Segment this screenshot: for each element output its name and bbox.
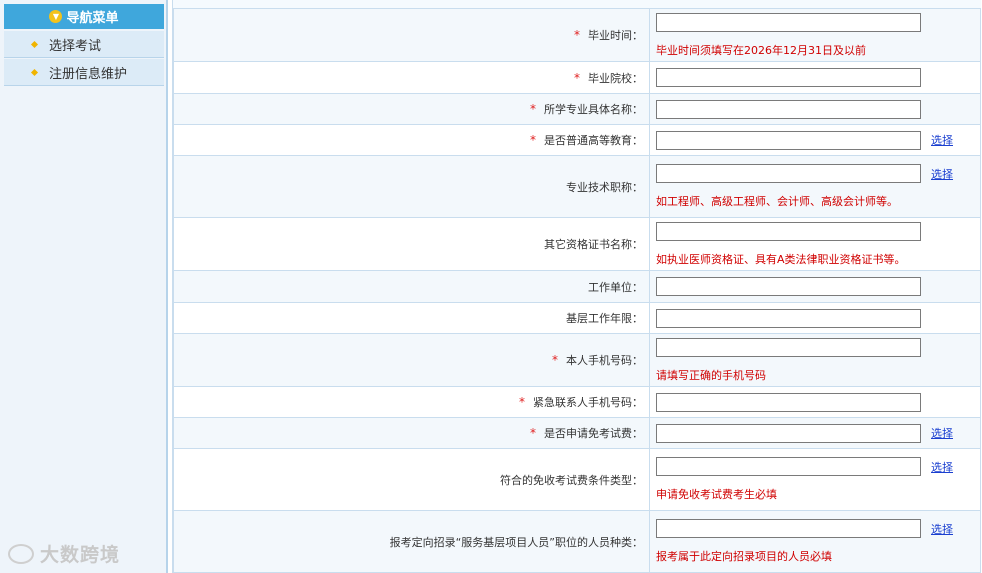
field-label-cell: 符合的免收考试费条件类型： [173, 448, 650, 511]
bullet-icon [30, 68, 39, 76]
watermark: 大数跨境 [8, 540, 120, 567]
field-label: 是否申请免考试费： [544, 427, 643, 440]
field-label: 所学专业具体名称： [544, 103, 643, 116]
grassroots-years-input[interactable] [656, 308, 921, 328]
form-row-grassroots-years: 基层工作年限： [173, 302, 981, 334]
emergency-contact-phone-input[interactable] [656, 392, 921, 412]
field-input-cell: 如执业医师资格证、具有A类法律职业资格证书等。 [649, 217, 981, 271]
form-row-regular-higher-education: * 是否普通高等教育： 选择 [173, 124, 981, 156]
regular-higher-education-input[interactable] [656, 130, 921, 150]
field-label: 毕业时间： [588, 29, 643, 42]
major-name-input[interactable] [656, 99, 921, 119]
field-label-cell: 报考定向招录“服务基层项目人员”职位的人员种类： [173, 510, 650, 573]
required-asterisk: * [574, 70, 580, 85]
form-row-fee-exemption-type: 符合的免收考试费条件类型： 选择申请免收考试费考生必填 [173, 448, 981, 511]
fee-exemption-type-input[interactable] [656, 457, 921, 476]
graduation-time-input[interactable] [656, 12, 921, 32]
field-label-cell: * 是否申请免考试费： [173, 417, 650, 449]
field-input-cell: 选择如工程师、高级工程师、会计师、高级会计师等。 [649, 155, 981, 218]
grassroots-project-category-select-link[interactable]: 选择 [931, 521, 953, 537]
form-row-graduation-school: * 毕业院校： [173, 61, 981, 94]
bullet-icon [30, 40, 39, 48]
grassroots-project-category-input[interactable] [656, 519, 921, 538]
form-row-fee-exemption: * 是否申请免考试费： 选择 [173, 417, 981, 449]
watermark-logo-icon [8, 543, 34, 564]
other-certificates-hint: 如执业医师资格证、具有A类法律职业资格证书等。 [656, 252, 906, 266]
form-row-grassroots-project-category: 报考定向招录“服务基层项目人员”职位的人员种类： 选择报考属于此定向招录项目的人员… [173, 510, 981, 573]
form-area: * 毕业时间： 毕业时间须填写在2026年12月31日及以前 * 毕业院校： * 所学专业具… [172, 0, 981, 573]
fee-exemption-input[interactable] [656, 423, 921, 443]
required-asterisk: * [530, 133, 536, 147]
professional-title-hint: 如工程师、高级工程师、会计师、高级会计师等。 [656, 195, 898, 208]
sidebar: ▼ 导航菜单 选择考试 注册信息维护 大数跨境 [0, 0, 168, 573]
field-label: 工作单位： [588, 280, 643, 294]
required-asterisk: * [530, 102, 536, 116]
registration-form-table: * 毕业时间： 毕业时间须填写在2026年12月31日及以前 * 毕业院校： * 所学专业具… [173, 8, 981, 573]
field-input-cell: 选择 [649, 417, 981, 449]
field-input-cell: 选择申请免收考试费考生必填 [649, 448, 981, 511]
sidebar-item-registration-info[interactable]: 注册信息维护 [4, 59, 164, 86]
field-label: 专业技术职称： [566, 180, 643, 194]
form-row-emergency-contact-phone: * 紧急联系人手机号码： [173, 386, 981, 418]
form-row-major-name: * 所学专业具体名称： [173, 93, 981, 125]
field-input-cell [649, 61, 981, 94]
required-asterisk: * [574, 28, 580, 42]
sidebar-item-label: 选择考试 [49, 38, 102, 54]
sidebar-item-label: 注册信息维护 [49, 66, 128, 82]
field-input-cell: 毕业时间须填写在2026年12月31日及以前 [649, 8, 981, 62]
field-label-cell: * 所学专业具体名称： [173, 93, 650, 125]
graduation-school-input[interactable] [656, 68, 921, 87]
other-certificates-input[interactable] [656, 221, 921, 241]
field-label-cell: * 紧急联系人手机号码： [173, 386, 650, 418]
field-label-cell: 专业技术职称： [173, 155, 650, 218]
form-row-work-unit: 工作单位： [173, 270, 981, 303]
field-label-cell: 其它资格证书名称： [173, 217, 650, 271]
field-label: 基层工作年限： [566, 312, 643, 325]
field-label: 毕业院校： [588, 71, 643, 85]
field-input-cell: 选择 [649, 124, 981, 156]
form-row-graduation-time: * 毕业时间： 毕业时间须填写在2026年12月31日及以前 [173, 8, 981, 62]
field-label: 其它资格证书名称： [544, 238, 643, 251]
field-label: 符合的免收考试费条件类型： [500, 473, 643, 487]
field-input-cell: 选择报考属于此定向招录项目的人员必填 [649, 510, 981, 573]
field-input-cell [649, 302, 981, 334]
professional-title-select-link[interactable]: 选择 [931, 166, 953, 182]
regular-higher-education-select-link[interactable]: 选择 [931, 132, 953, 148]
field-label-cell: * 毕业时间： [173, 8, 650, 62]
field-label-cell: * 毕业院校： [173, 61, 650, 94]
field-label-cell: * 本人手机号码： [173, 333, 650, 387]
graduation-time-hint: 毕业时间须填写在2026年12月31日及以前 [656, 43, 866, 57]
fee-exemption-type-hint: 申请免收考试费考生必填 [656, 488, 777, 501]
required-asterisk: * [530, 426, 536, 440]
field-input-cell [649, 93, 981, 125]
field-input-cell [649, 386, 981, 418]
fee-exemption-select-link[interactable]: 选择 [931, 425, 953, 441]
watermark-text: 大数跨境 [40, 544, 121, 566]
field-label: 本人手机号码： [566, 354, 643, 367]
form-row-other-certificates: 其它资格证书名称： 如执业医师资格证、具有A类法律职业资格证书等。 [173, 217, 981, 271]
professional-title-input[interactable] [656, 164, 921, 183]
field-label-cell: * 是否普通高等教育： [173, 124, 650, 156]
required-asterisk: * [552, 353, 558, 367]
field-input-cell: 请填写正确的手机号码 [649, 333, 981, 387]
required-asterisk: * [519, 395, 525, 409]
sidebar-item-select-exam[interactable]: 选择考试 [4, 31, 164, 58]
mobile-phone-hint: 请填写正确的手机号码 [656, 368, 766, 382]
nav-menu-header[interactable]: ▼ 导航菜单 [4, 4, 164, 29]
fee-exemption-type-select-link[interactable]: 选择 [931, 459, 953, 475]
chevron-down-icon: ▼ [49, 10, 63, 23]
field-label: 紧急联系人手机号码： [533, 396, 643, 409]
mobile-phone-input[interactable] [656, 337, 921, 357]
form-row-professional-title: 专业技术职称： 选择如工程师、高级工程师、会计师、高级会计师等。 [173, 155, 981, 218]
field-label-cell: 工作单位： [173, 270, 650, 303]
work-unit-input[interactable] [656, 277, 921, 296]
form-row-mobile-phone: * 本人手机号码： 请填写正确的手机号码 [173, 333, 981, 387]
field-input-cell [649, 270, 981, 303]
nav-menu-title: 导航菜单 [66, 11, 119, 26]
field-label-cell: 基层工作年限： [173, 302, 650, 334]
field-label: 报考定向招录“服务基层项目人员”职位的人员种类： [389, 535, 643, 549]
grassroots-project-category-hint: 报考属于此定向招录项目的人员必填 [656, 550, 832, 563]
field-label: 是否普通高等教育： [544, 134, 643, 147]
